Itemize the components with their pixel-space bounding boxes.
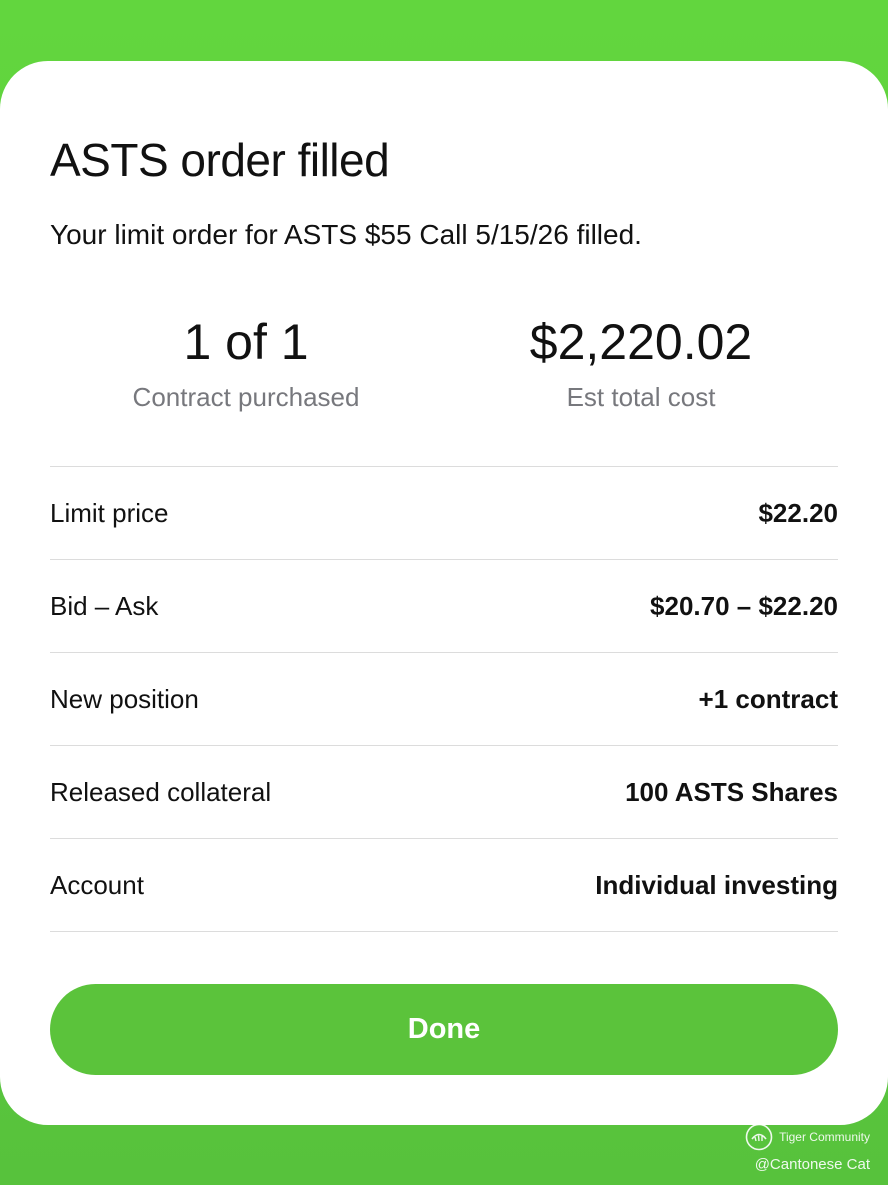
detail-row-limit-price: Limit price $22.20 <box>50 467 838 560</box>
dialog-message: Your limit order for ASTS $55 Call 5/15/… <box>50 219 642 250</box>
detail-value: Individual investing <box>595 869 838 900</box>
detail-label: Bid – Ask <box>50 590 159 621</box>
contracts-stat: 1 of 1 Contract purchased <box>56 312 436 414</box>
watermark: Tiger Community @Cantonese Cat <box>745 1122 870 1176</box>
detail-value: $22.20 <box>758 497 838 528</box>
detail-row-new-position: New position +1 contract <box>50 653 838 746</box>
order-details-list: Limit price $22.20 Bid – Ask $20.70 – $2… <box>50 466 838 932</box>
detail-label: New position <box>50 683 199 714</box>
detail-value: 100 ASTS Shares <box>625 776 838 807</box>
detail-label: Limit price <box>50 497 169 528</box>
detail-row-account: Account Individual investing <box>50 839 838 932</box>
contracts-value: 1 of 1 <box>183 314 309 370</box>
detail-value: $20.70 – $22.20 <box>650 590 838 621</box>
cost-value: $2,220.02 <box>529 314 753 370</box>
cost-stat: $2,220.02 Est total cost <box>451 312 831 414</box>
detail-value: +1 contract <box>698 683 838 714</box>
watermark-brand: Tiger Community <box>779 1130 870 1144</box>
dialog-title: ASTS order filled <box>50 134 390 186</box>
detail-label: Released collateral <box>50 776 272 807</box>
watermark-handle: @Cantonese Cat <box>754 1156 870 1173</box>
done-button[interactable]: Done <box>50 984 838 1075</box>
detail-label: Account <box>50 869 144 900</box>
detail-row-released-collateral: Released collateral 100 ASTS Shares <box>50 746 838 839</box>
tiger-logo-icon <box>745 1123 773 1151</box>
detail-row-bid-ask: Bid – Ask $20.70 – $22.20 <box>50 560 838 653</box>
cost-label: Est total cost <box>566 382 716 412</box>
contracts-label: Contract purchased <box>132 382 360 412</box>
